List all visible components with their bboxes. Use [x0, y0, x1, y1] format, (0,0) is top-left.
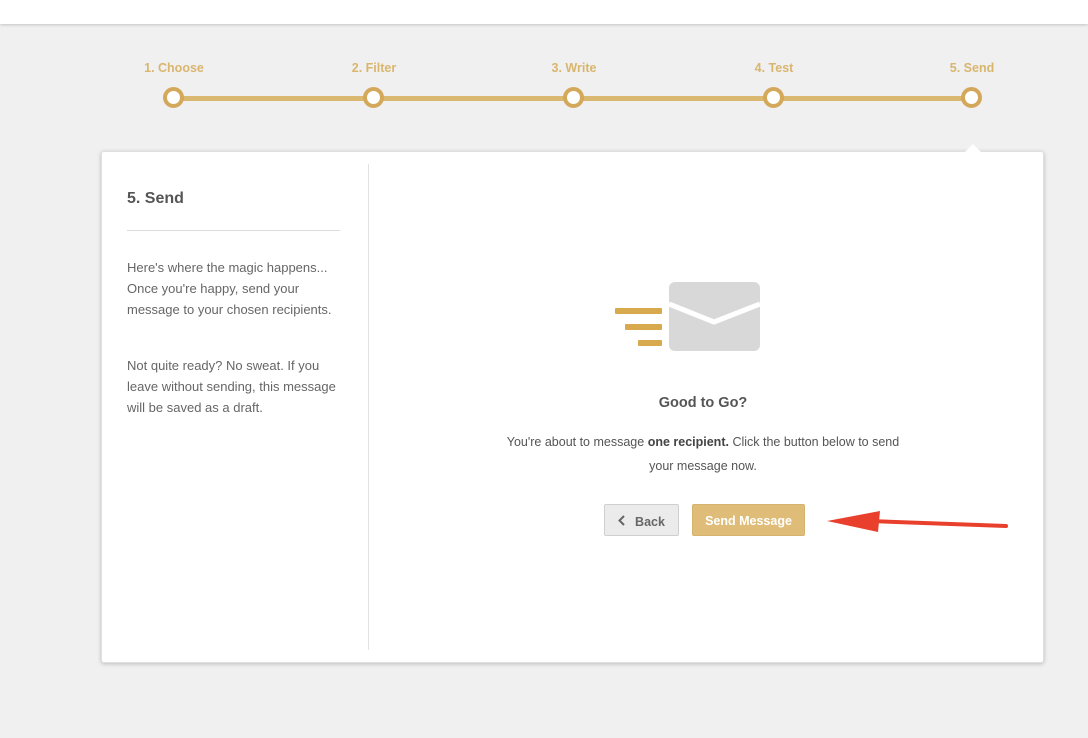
chevron-left-icon [618, 505, 625, 537]
confirm-text-start: You're about to message [506, 435, 648, 449]
step-label: 1. Choose [144, 61, 204, 75]
step-dot [763, 87, 784, 108]
send-step-panel: 5. Send Here's where the magic happens..… [101, 144, 1044, 663]
step-label: 2. Filter [351, 61, 397, 75]
back-button[interactable]: Back [604, 504, 679, 536]
step-dot [961, 87, 982, 108]
confirm-message: You're about to message one recipient. C… [493, 430, 913, 478]
step-write[interactable]: 3. Write [514, 60, 634, 108]
recipient-count: one recipient. [647, 435, 729, 449]
annotation-arrow-icon [827, 511, 1008, 532]
sending-envelope-icon [614, 280, 764, 357]
back-button-label: Back [635, 515, 665, 529]
send-confirmation: Good to Go? You're about to message one … [369, 152, 1043, 662]
sidebar-title: 5. Send [127, 190, 184, 207]
step-label: 5. Send [949, 61, 995, 75]
step-label: 3. Write [551, 61, 597, 75]
send-message-button[interactable]: Send Message [692, 504, 805, 536]
sidebar-description: Here's where the magic happens... Once y… [127, 260, 332, 317]
send-button-label: Send Message [705, 514, 792, 528]
step-dot [363, 87, 384, 108]
step-test[interactable]: 4. Test [714, 60, 834, 108]
step-dot [563, 87, 584, 108]
progress-stepper: 1. Choose 2. Filter 3. Write 4. Test 5. … [0, 0, 1088, 130]
step-send[interactable]: 5. Send [912, 60, 1032, 108]
confirm-title: Good to Go? [658, 395, 748, 411]
step-label: 4. Test [754, 61, 794, 75]
step-choose[interactable]: 1. Choose [114, 60, 234, 108]
sidebar-draft-note: Not quite ready? No sweat. If you leave … [127, 358, 336, 415]
step-filter[interactable]: 2. Filter [314, 60, 434, 108]
step-dot [163, 87, 184, 108]
sidebar-divider [127, 230, 340, 231]
